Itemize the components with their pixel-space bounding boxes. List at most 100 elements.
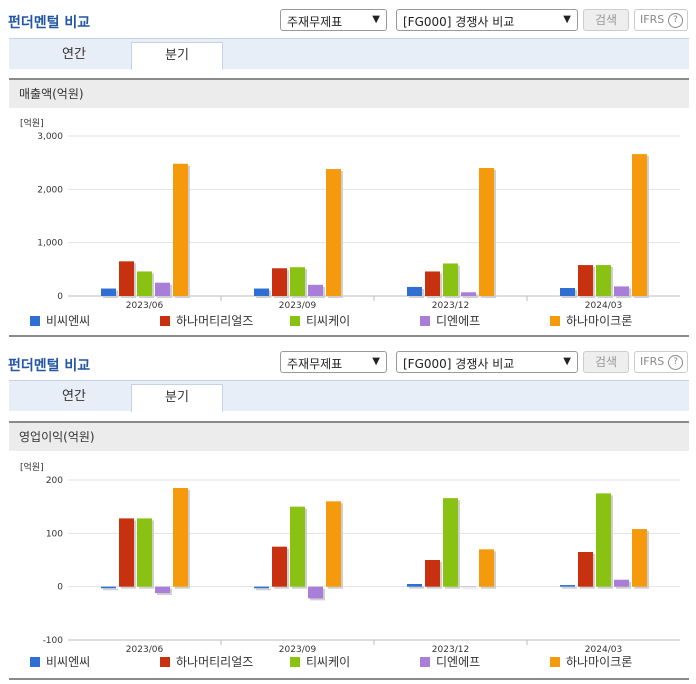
y-tick-label: 200 [46,476,63,486]
y-tick-label: 3,000 [37,132,63,142]
legend-label: 티씨케이 [306,314,351,328]
tab-annual[interactable]: 연간 [29,384,119,411]
statement-select[interactable]: 주재무제표 ▼ [280,9,387,31]
legend-item-bcnc[interactable]: 비씨엔씨 [30,654,90,670]
operating-profit-bar-chart: [억원] -100 0 100 200 2023/06 2023/09 2023/12 2024… [20,461,680,654]
x-tick-label: 2023/09 [279,645,317,654]
chart-operating-profit: 영업이익(억원) [9,421,689,451]
compare-select-value: [FG000] 경쟁사 비교 [403,15,515,29]
chevron-down-icon: ▼ [372,356,380,367]
bar [461,292,476,296]
bar-shadow [463,588,478,590]
y-tick-label: 1,000 [37,239,63,249]
y-tick-label: -100 [43,636,64,646]
search-button[interactable]: 검색 [583,351,629,373]
bar [461,586,476,588]
y-tick-label: 100 [46,529,63,539]
bar [272,546,287,587]
bar-shadow [103,588,118,591]
legend-swatch [420,657,430,667]
legend: 비씨엔씨 하나머티리얼즈 티씨케이 디엔에프 하나마이크론 [30,654,680,670]
bar [407,584,422,587]
search-button[interactable]: 검색 [583,9,629,31]
x-tick-label: 2023/09 [279,301,317,310]
bar [425,271,440,296]
bar [632,154,647,296]
legend-label: 하나마이크론 [566,655,633,669]
chevron-down-icon: ▼ [563,14,571,25]
x-tick-label: 2023/12 [432,645,469,654]
bar [137,518,152,587]
bar [560,585,575,587]
legend-item-tck[interactable]: 티씨케이 [290,313,350,329]
bar [578,552,593,587]
legend-label: 디엔에프 [436,314,481,328]
chevron-down-icon: ▼ [372,14,380,25]
legend-item-hana-materials[interactable]: 하나머티리얼즈 [160,313,253,329]
legend-swatch [420,316,430,326]
chevron-down-icon: ▼ [563,356,571,367]
x-tick-label: 2023/06 [126,645,164,654]
bar [614,286,629,296]
bar [407,286,422,296]
tab-quarterly[interactable]: 분기 [131,384,223,412]
legend-label: 비씨엔씨 [46,314,91,328]
tab-quarterly[interactable]: 분기 [131,42,223,70]
bar [137,271,152,296]
bar [254,288,269,296]
legend-item-dnf[interactable]: 디엔에프 [420,313,480,329]
statement-select-value: 주재무제표 [287,15,343,29]
legend-label: 하나머티리얼즈 [176,655,254,669]
bar [272,268,287,296]
bar [596,493,611,587]
ifrs-button[interactable]: IFRS ? [634,351,688,373]
legend-item-tck[interactable]: 티씨케이 [290,654,350,670]
bar [632,529,647,587]
panel-operating-profit: 펀더멘털 비교 주재무제표 ▼ [FG000] 경쟁사 비교 ▼ 검색 IFRS… [0,342,696,684]
bar [479,549,494,587]
legend-item-hana-materials[interactable]: 하나머티리얼즈 [160,654,253,670]
tab-annual[interactable]: 연간 [29,42,119,69]
revenue-bar-chart: [억원] 0 1,000 2,000 3,000 2023/06 2023/09 2023/1… [20,117,680,310]
legend-label: 티씨케이 [306,655,351,669]
legend-swatch [550,316,560,326]
help-icon: ? [668,13,683,28]
legend-swatch [30,657,40,667]
compare-select[interactable]: [FG000] 경쟁사 비교 ▼ [396,9,578,31]
bar [155,586,170,594]
bar [290,267,305,296]
statement-select[interactable]: 주재무제표 ▼ [280,351,387,373]
legend-item-bcnc[interactable]: 비씨엔씨 [30,313,90,329]
divider [9,335,689,337]
legend-label: 디엔에프 [436,655,481,669]
chart-title: 매출액(억원) [9,80,689,108]
compare-select[interactable]: [FG000] 경쟁사 비교 ▼ [396,351,578,373]
bar-shadow [562,587,577,589]
legend-swatch [290,657,300,667]
legend-item-hana-micron[interactable]: 하나마이크론 [550,313,632,329]
x-tick-label: 2023/06 [126,301,164,310]
chart-revenue: 매출액(억원) [9,78,689,108]
x-tick-label: 2024/03 [585,301,622,310]
bar [326,501,341,587]
bar [614,579,629,587]
bar [560,288,575,296]
compare-select-value: [FG000] 경쟁사 비교 [403,357,515,371]
legend-item-hana-micron[interactable]: 하나마이크론 [550,654,632,670]
legend-swatch [160,657,170,667]
bar [326,169,341,296]
legend: 비씨엔씨 하나머티리얼즈 티씨케이 디엔에프 하나마이크론 [30,313,680,329]
unit-label: [억원] [20,461,44,473]
statement-select-value: 주재무제표 [287,357,343,371]
legend-item-dnf[interactable]: 디엔에프 [420,654,480,670]
bar [119,518,134,587]
bar [596,265,611,296]
panel-title: 펀더멘털 비교 [8,358,91,374]
legend-swatch [160,316,170,326]
ifrs-button[interactable]: IFRS ? [634,9,688,31]
bar [443,498,458,587]
x-tick-label: 2023/12 [432,301,469,310]
bar [425,560,440,587]
y-tick-label: 2,000 [37,185,63,195]
period-tabs: 연간 분기 [9,38,689,70]
